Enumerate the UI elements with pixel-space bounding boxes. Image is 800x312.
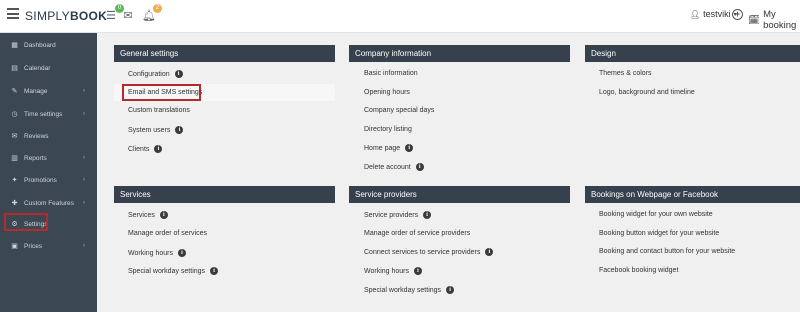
link-opening-hours[interactable]: Opening hours	[364, 89, 410, 96]
link-facebook-booking-widget[interactable]: Facebook booking widget	[599, 267, 678, 274]
link-logo-background-timeline[interactable]: Logo, background and timeline	[599, 89, 695, 96]
panel-header-company-information: Company information	[349, 45, 570, 62]
sidebar-item-reviews[interactable]: ✉ Reviews	[0, 125, 97, 147]
link-system-users[interactable]: System users i	[128, 126, 184, 134]
panel-header-general-settings: General settings	[114, 45, 335, 62]
link-working-hours-providers[interactable]: Working hours i	[364, 267, 423, 275]
notifications-badge: 2	[153, 4, 162, 13]
chevron-right-icon: ›	[83, 200, 85, 206]
calendar-icon: ▤	[11, 65, 18, 72]
link-manage-order-services[interactable]: Manage order of services	[128, 230, 207, 237]
info-icon[interactable]: i	[154, 145, 163, 153]
panel-header-services: Services	[114, 186, 335, 203]
link-working-hours-services[interactable]: Working hours i	[128, 249, 187, 257]
link-special-workday-providers[interactable]: Special workday settings i	[364, 286, 455, 294]
chevron-right-icon: ›	[83, 177, 85, 183]
sidebar-item-time-settings[interactable]: ◷ Time settings ›	[0, 103, 97, 125]
panel-header-service-providers: Service providers	[349, 186, 570, 203]
link-themes-colors[interactable]: Themes & colors	[599, 70, 652, 77]
panel-header-bookings-webpage-facebook: Bookings on Webpage or Facebook	[585, 186, 800, 203]
link-directory-listing[interactable]: Directory listing	[364, 126, 412, 133]
info-icon[interactable]: i	[175, 126, 184, 134]
plus-circle-icon: +	[732, 9, 743, 20]
link-basic-information[interactable]: Basic information	[364, 70, 418, 77]
sidebar-item-custom-features[interactable]: ✚ Custom Features ›	[0, 192, 97, 214]
chevron-right-icon: ›	[83, 88, 85, 94]
info-icon[interactable]: i	[178, 249, 187, 257]
chevron-right-icon: ›	[83, 111, 85, 117]
tasks-icon[interactable]: ☰ 0	[104, 4, 124, 23]
sidebar-item-promotions[interactable]: ✦ Promotions ›	[0, 169, 97, 191]
my-bookings-label: My booking	[763, 9, 797, 31]
link-company-special-days[interactable]: Company special days	[364, 107, 434, 114]
reports-icon: ▥	[11, 155, 18, 162]
sidebar-item-manage[interactable]: ✎ Manage ›	[0, 80, 97, 102]
link-connect-services-providers[interactable]: Connect services to service providers i	[364, 248, 494, 256]
link-booking-button-widget[interactable]: Booking button widget for your website	[599, 230, 719, 237]
user-icon: 👤︎	[690, 9, 701, 19]
link-service-providers[interactable]: Service providers i	[364, 211, 432, 219]
info-icon[interactable]: i	[446, 286, 455, 294]
link-booking-widget[interactable]: Booking widget for your own website	[599, 211, 713, 218]
sidebar-item-dashboard[interactable]: ▦ Dashboard	[0, 34, 97, 56]
promotions-icon: ✦	[11, 177, 18, 184]
user-menu[interactable]: 👤︎ testviki ▾	[690, 9, 737, 19]
dashboard-icon: ▦	[11, 42, 18, 49]
email-sms-highlight-box	[122, 84, 201, 101]
reviews-icon: ✉	[11, 133, 18, 140]
puzzle-icon: ✚	[11, 200, 18, 207]
my-bookings-button[interactable]: 🗓︎ My booking	[748, 9, 800, 31]
info-icon[interactable]: i	[485, 248, 494, 256]
sidebar: ▦ Dashboard ▤ Calendar ✎ Manage › ◷ Time…	[0, 33, 97, 312]
link-delete-account[interactable]: Delete account i	[364, 163, 424, 171]
sidebar-item-calendar[interactable]: ▤ Calendar	[0, 57, 97, 79]
info-icon[interactable]: i	[174, 70, 183, 78]
clock-icon: ◷	[11, 111, 18, 118]
info-icon[interactable]: i	[423, 211, 432, 219]
link-home-page[interactable]: Home page i	[364, 144, 414, 152]
info-icon[interactable]: i	[159, 211, 168, 219]
mail-icon[interactable]: ✉	[121, 9, 135, 23]
link-booking-contact-button[interactable]: Booking and contact button for your webs…	[599, 248, 735, 255]
user-name: testviki	[703, 9, 731, 19]
sidebar-item-prices[interactable]: ▣ Prices ›	[0, 235, 97, 257]
calendar-check-icon: 🗓︎	[748, 14, 761, 26]
link-configuration[interactable]: Configuration i	[128, 70, 183, 78]
link-clients[interactable]: Clients i	[128, 145, 163, 153]
logo[interactable]: SIMPLYBOOK	[25, 9, 107, 23]
manage-icon: ✎	[11, 88, 18, 95]
link-manage-order-providers[interactable]: Manage order of service providers	[364, 230, 470, 237]
top-bar: SIMPLYBOOK ☰ 0 ✉ 🔔︎ 2 👤︎ testviki ▾ + 🗓︎…	[0, 0, 800, 33]
chevron-right-icon: ›	[83, 155, 85, 161]
sidebar-item-reports[interactable]: ▥ Reports ›	[0, 147, 97, 169]
add-button[interactable]: +	[732, 9, 743, 20]
link-special-workday-services[interactable]: Special workday settings i	[128, 267, 219, 275]
info-icon[interactable]: i	[415, 163, 424, 171]
info-icon[interactable]: i	[414, 267, 423, 275]
hamburger-menu-icon[interactable]	[7, 8, 19, 19]
bell-icon[interactable]: 🔔︎ 2	[142, 4, 162, 23]
panel-header-design: Design	[585, 45, 800, 62]
settings-highlight-box	[4, 213, 48, 231]
chevron-right-icon: ›	[83, 243, 85, 249]
link-custom-translations[interactable]: Custom translations	[128, 107, 190, 114]
info-icon[interactable]: i	[405, 144, 414, 152]
prices-icon: ▣	[11, 243, 18, 250]
info-icon[interactable]: i	[210, 267, 219, 275]
link-services[interactable]: Services i	[128, 211, 168, 219]
